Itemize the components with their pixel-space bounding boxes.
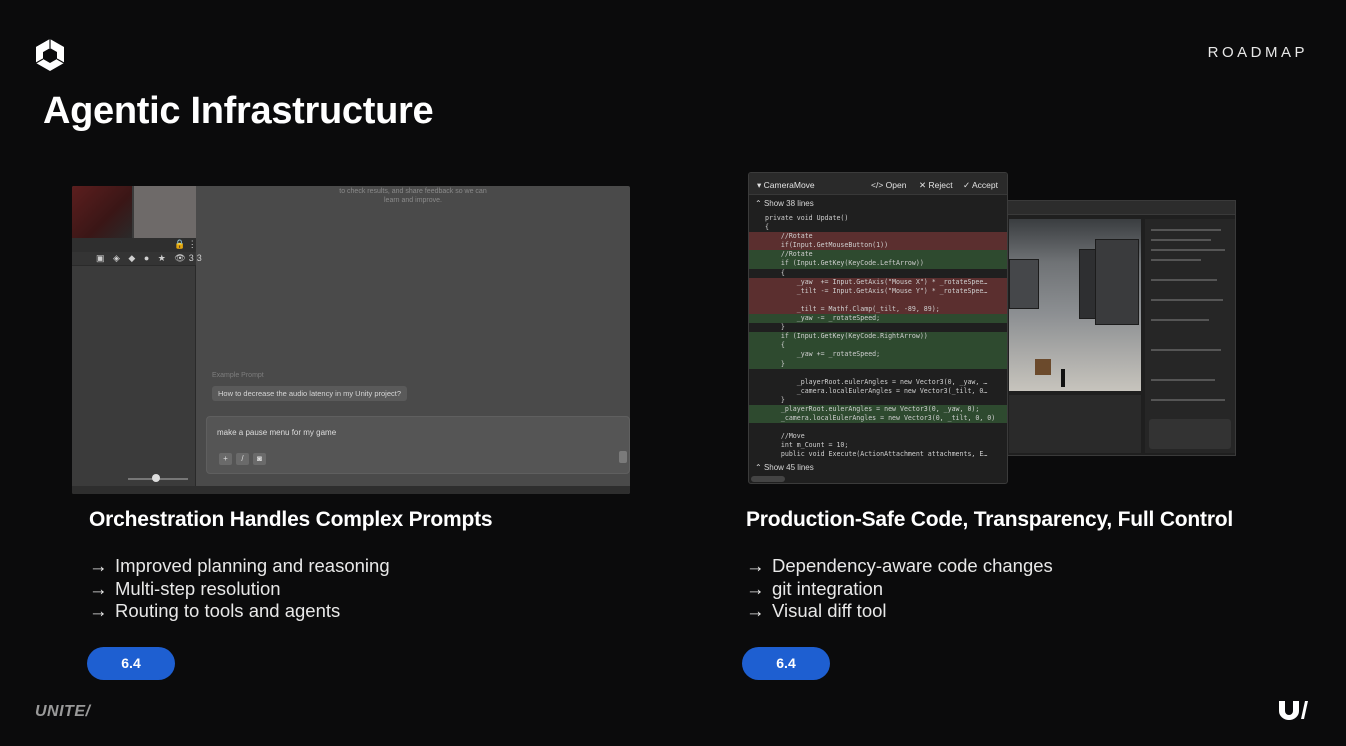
diff-line-add: if (Input.GetKey(KeyCode.RightArrow)) bbox=[749, 332, 1007, 342]
diff-line-add: _playerRoot.eulerAngles = new Vector3(0,… bbox=[749, 404, 1007, 415]
slide-title: Agentic Infrastructure bbox=[43, 90, 434, 132]
scene-thumbnail bbox=[72, 186, 132, 238]
show-lines-bottom: ⌃ Show 45 lines bbox=[755, 463, 814, 472]
arrow-icon: → bbox=[746, 555, 765, 576]
reject-button: ✕ Reject bbox=[919, 180, 953, 190]
open-button: </> Open bbox=[871, 180, 907, 190]
code-diff-panel: ▾ CameraMove </> Open ✕ Reject ✓ Accept … bbox=[748, 172, 1008, 484]
sidebar-count: 33 bbox=[188, 253, 205, 263]
bullet-text: Routing to tools and agents bbox=[115, 600, 341, 621]
intro-line-2: learn and improve. bbox=[384, 197, 442, 204]
diff-line-add: if (Input.GetKey(KeyCode.LeftArrow)) bbox=[749, 259, 1007, 269]
example-prompt-label: Example Prompt bbox=[212, 372, 264, 379]
diff-line-ctx: { bbox=[765, 223, 769, 232]
camera-icon: ◙ bbox=[253, 453, 266, 465]
diff-line-ctx: int m_Count = 10; bbox=[765, 441, 849, 450]
add-icon: + bbox=[219, 453, 232, 465]
diff-line-add: _yaw -= _rotateSpeed; bbox=[749, 314, 1007, 324]
eye-count: 👁 bbox=[174, 253, 189, 263]
diff-line-del: _yaw += Input.GetAxis("Mouse X") * _rota… bbox=[749, 277, 1007, 287]
arrow-icon: → bbox=[89, 600, 108, 621]
diff-line-add: { bbox=[749, 341, 1007, 351]
diff-line-add: _camera.localEulerAngles = new Vector3(0… bbox=[749, 414, 1007, 424]
inspector-panel bbox=[1145, 219, 1235, 453]
show-lines-bottom-label: Show 45 lines bbox=[763, 463, 814, 472]
arrow-icon: → bbox=[746, 577, 765, 599]
diff-line-del: _tilt -= Input.GetAxis("Mouse Y") * _rot… bbox=[749, 286, 1007, 296]
diff-code: private void Update(){ //Rotate if(Input… bbox=[749, 214, 1007, 460]
diff-line-add: //Rotate bbox=[749, 250, 1007, 260]
scene-thumbnail-2 bbox=[134, 186, 196, 238]
slash-icon: / bbox=[236, 453, 249, 465]
editor-scene-screenshot bbox=[1004, 200, 1236, 456]
diff-line-ctx bbox=[749, 369, 1007, 378]
diff-line-ctx: { bbox=[765, 268, 785, 277]
project-panel bbox=[1009, 395, 1141, 453]
right-heading: Production-Safe Code, Transparency, Full… bbox=[746, 508, 1234, 531]
unity-logo-icon bbox=[35, 39, 65, 71]
assistant-screenshot: 🔒 ⋮ ▣ ◈ ◆ ● ★ 👁33 to check results, and … bbox=[72, 186, 630, 494]
version-badge-right: 6.4 bbox=[742, 647, 830, 680]
diff-line-ctx: _playerRoot.eulerAngles = new Vector3(0,… bbox=[765, 377, 988, 386]
diff-header: ▾ CameraMove </> Open ✕ Reject ✓ Accept bbox=[749, 173, 1007, 195]
diff-line-ctx: public void Execute(ActionAttachment att… bbox=[765, 450, 988, 459]
diff-line-del: _tilt = Mathf.Clamp(_tilt, -89, 89); bbox=[749, 304, 1007, 315]
arrow-icon: → bbox=[89, 555, 108, 576]
sidebar-icons: ▣ ◈ ◆ ● ★ 👁33 bbox=[96, 253, 205, 263]
file-name: CameraMove bbox=[763, 180, 815, 190]
diff-line-ctx bbox=[749, 423, 1007, 432]
intro-line-1: to check results, and share feedback so … bbox=[339, 188, 487, 195]
bullet-item: → Multi-step resolution bbox=[89, 578, 390, 601]
example-prompt-chip: How to decrease the audio latency in my … bbox=[212, 386, 408, 401]
diff-line-ctx: _camera.localEulerAngles = new Vector3(_… bbox=[765, 386, 988, 395]
diff-line-ctx: } bbox=[765, 323, 785, 332]
section-label: ROADMAP bbox=[1207, 44, 1308, 61]
bullet-item: → Visual diff tool bbox=[746, 600, 1053, 623]
assistant-intro-text: to check results, and share feedback so … bbox=[196, 186, 630, 205]
bullet-item: → Routing to tools and agents bbox=[89, 600, 390, 623]
arrow-icon: → bbox=[746, 600, 765, 621]
bullet-text: Dependency-aware code changes bbox=[772, 555, 1053, 576]
diff-line-ctx: } bbox=[765, 395, 785, 404]
accept-button: ✓ Accept bbox=[963, 180, 999, 190]
bullet-text: git integration bbox=[772, 577, 884, 599]
diff-line-del bbox=[749, 295, 1007, 305]
diff-line-ctx: private void Update() bbox=[765, 214, 849, 222]
unite-u-logo-icon bbox=[1279, 701, 1308, 720]
prompt-input-value: make a pause menu for my game bbox=[217, 428, 337, 437]
diff-file-name: ▾ CameraMove bbox=[757, 180, 815, 190]
left-bullet-list: → Improved planning and reasoning → Multi-… bbox=[89, 555, 390, 623]
bullet-item: → Dependency-aware code changes bbox=[746, 555, 1053, 578]
editor-toolbar bbox=[1005, 201, 1235, 215]
bullet-item: → Improved planning and reasoning bbox=[89, 555, 390, 578]
horizontal-scrollbar bbox=[751, 476, 785, 482]
arrow-icon: → bbox=[89, 577, 108, 599]
left-heading: Orchestration Handles Complex Prompts bbox=[89, 508, 493, 531]
show-lines-top-label: Show 38 lines bbox=[763, 199, 814, 208]
status-bar bbox=[72, 486, 630, 494]
diff-line-add: } bbox=[749, 359, 1007, 369]
bullet-text: Improved planning and reasoning bbox=[115, 555, 390, 576]
right-bullet-list: → Dependency-aware code changes → git inte… bbox=[746, 555, 1053, 623]
diff-line-del: if(Input.GetMouseButton(1)) bbox=[749, 241, 1007, 251]
diff-line-add: _yaw += _rotateSpeed; bbox=[749, 350, 1007, 360]
zoom-slider-knob bbox=[152, 474, 160, 482]
bullet-text: Visual diff tool bbox=[772, 600, 887, 621]
prompt-actions: + / ◙ bbox=[219, 453, 266, 465]
version-badge-left: 6.4 bbox=[87, 647, 175, 680]
lock-icon: 🔒 ⋮ bbox=[174, 239, 197, 249]
show-lines-top: ⌃ Show 38 lines bbox=[755, 199, 814, 208]
diff-line-ctx: //Move bbox=[765, 432, 805, 441]
warehouse-scene-view bbox=[1009, 219, 1141, 391]
diff-line-del: //Rotate bbox=[749, 232, 1007, 242]
bullet-item: → git integration bbox=[746, 578, 1053, 601]
unite-brand: UNITE/ bbox=[35, 703, 91, 720]
prompt-input: make a pause menu for my game + / ◙ bbox=[206, 416, 630, 474]
bullet-text: Multi-step resolution bbox=[115, 577, 281, 599]
send-icon bbox=[619, 451, 627, 463]
